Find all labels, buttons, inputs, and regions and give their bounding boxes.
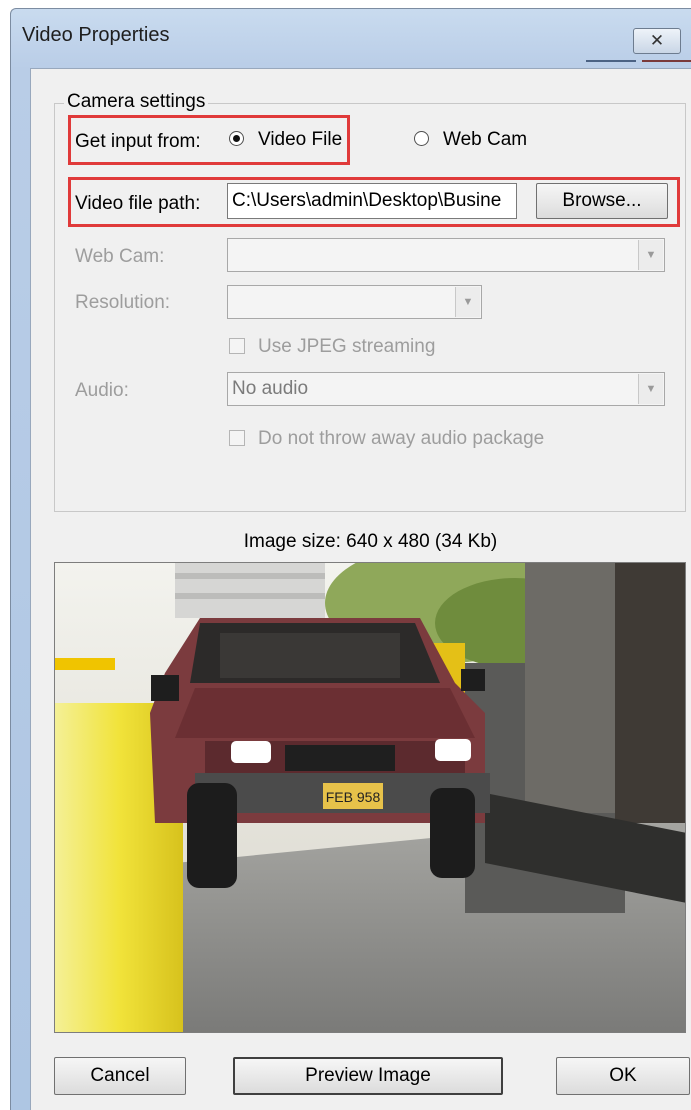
get-input-label: Get input from:: [75, 131, 201, 152]
webcam-select[interactable]: ▼: [227, 238, 665, 272]
video-path-input[interactable]: C:\Users\admin\Desktop\Busine: [227, 183, 517, 219]
video-file-radio-label[interactable]: Video File: [258, 129, 342, 151]
window-edge: [0, 0, 691, 8]
jpeg-streaming-checkbox[interactable]: [229, 338, 245, 354]
preview-image: FEB 958: [54, 562, 686, 1033]
web-cam-radio-label[interactable]: Web Cam: [443, 129, 527, 151]
audio-package-checkbox[interactable]: [229, 430, 245, 446]
audio-label: Audio:: [75, 380, 129, 401]
resolution-label: Resolution:: [75, 292, 171, 313]
cancel-button[interactable]: Cancel: [54, 1057, 186, 1095]
chevron-down-icon: ▼: [638, 374, 663, 404]
web-cam-radio[interactable]: [414, 131, 429, 146]
resolution-select[interactable]: ▼: [227, 285, 482, 319]
browse-button[interactable]: Browse...: [536, 183, 668, 219]
audio-select-value: No audio: [232, 378, 309, 399]
video-file-radio[interactable]: [229, 131, 244, 146]
preview-photo: FEB 958: [55, 563, 685, 1032]
webcam-label: Web Cam:: [75, 246, 165, 267]
preview-image-button[interactable]: Preview Image: [233, 1057, 503, 1095]
camera-settings-legend: Camera settings: [64, 91, 209, 113]
chevron-down-icon: ▼: [455, 287, 480, 317]
jpeg-streaming-label[interactable]: Use JPEG streaming: [258, 336, 435, 358]
image-size-text: Image size: 640 x 480 (34 Kb): [243, 531, 498, 552]
video-path-label: Video file path:: [75, 193, 201, 214]
ok-button[interactable]: OK: [556, 1057, 690, 1095]
audio-select[interactable]: No audio ▼: [227, 372, 665, 406]
license-plate: FEB 958: [326, 789, 381, 805]
chevron-down-icon: ▼: [638, 240, 663, 270]
title-accent-line: [586, 60, 636, 62]
window-title: Video Properties: [22, 24, 170, 46]
close-button[interactable]: ✕: [633, 28, 681, 54]
title-accent-line-right: [642, 60, 691, 62]
audio-package-label[interactable]: Do not throw away audio package: [258, 428, 544, 450]
close-icon: ✕: [649, 31, 665, 50]
